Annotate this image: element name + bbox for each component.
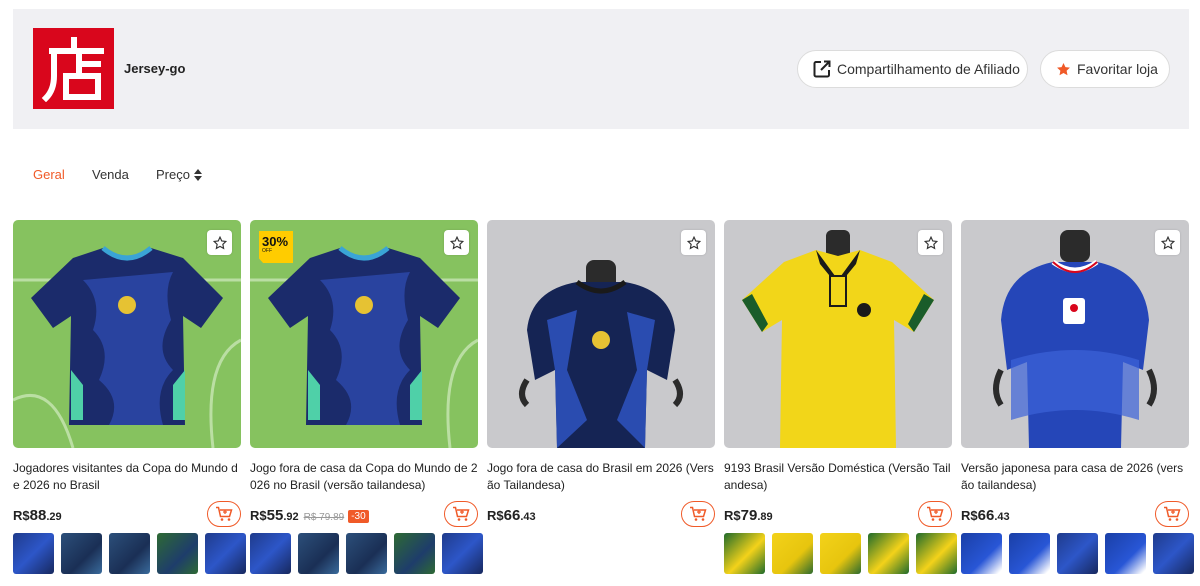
variant-thumbnail[interactable]: [772, 533, 813, 574]
add-to-cart-button[interactable]: [681, 501, 715, 527]
store-name[interactable]: Jersey-go: [124, 61, 185, 76]
tab-preco[interactable]: Preço: [156, 167, 202, 182]
variant-thumbnail[interactable]: [961, 533, 1002, 574]
product-image[interactable]: [487, 220, 715, 448]
variant-thumbnail[interactable]: [61, 533, 102, 574]
product-price: R$88.29: [13, 507, 62, 525]
product-title[interactable]: Jogo fora de casa do Brasil em 2026 (Ver…: [487, 460, 715, 494]
cart-icon: [927, 506, 944, 521]
cart-icon: [690, 506, 707, 521]
variant-thumbnails: [13, 533, 246, 574]
original-price: R$ 79.89: [303, 512, 345, 523]
variant-thumbnail[interactable]: [346, 533, 387, 574]
cart-icon: [453, 506, 470, 521]
price-integer: 66: [503, 507, 521, 524]
affiliate-share-button[interactable]: Compartilhamento de Afiliado: [797, 50, 1028, 88]
favorite-store-label: Favoritar loja: [1077, 61, 1158, 77]
product-card[interactable]: Jogadores visitantes da Copa do Mundo de…: [13, 220, 246, 586]
cart-icon: [1164, 506, 1181, 521]
product-image[interactable]: [13, 220, 241, 448]
variant-thumbnail[interactable]: [298, 533, 339, 574]
price-currency: R$: [250, 508, 267, 523]
variant-thumbnail[interactable]: [13, 533, 54, 574]
variant-thumbnails: [724, 533, 957, 574]
product-card[interactable]: Versão japonesa para casa de 2026 (versã…: [961, 220, 1194, 586]
product-title[interactable]: Versão japonesa para casa de 2026 (versã…: [961, 460, 1189, 494]
discount-tag: 30% OFF: [259, 231, 293, 263]
tab-preco-label: Preço: [156, 167, 190, 182]
product-price: R$79.89: [724, 507, 773, 525]
add-to-cart-button[interactable]: [444, 501, 478, 527]
variant-thumbnail[interactable]: [868, 533, 909, 574]
product-title[interactable]: 9193 Brasil Versão Doméstica (Versão Tai…: [724, 460, 952, 494]
add-to-cart-button[interactable]: [918, 501, 952, 527]
variant-thumbnail[interactable]: [250, 533, 291, 574]
variant-thumbnail[interactable]: [1153, 533, 1194, 574]
price-decimal: .92: [283, 511, 299, 523]
variant-thumbnail[interactable]: [442, 533, 483, 574]
star-outline-icon: [1160, 235, 1175, 250]
sort-arrows-icon: [193, 168, 202, 181]
variant-thumbnail[interactable]: [820, 533, 861, 574]
variant-thumbnails: [961, 533, 1194, 574]
add-to-cart-button[interactable]: [1155, 501, 1189, 527]
star-icon: [1056, 62, 1071, 77]
share-icon: [813, 60, 831, 78]
product-image[interactable]: [961, 220, 1189, 448]
star-outline-icon: [923, 235, 938, 250]
star-outline-icon: [686, 235, 701, 250]
variant-thumbnail[interactable]: [109, 533, 150, 574]
price-decimal: .29: [46, 511, 62, 523]
discount-tag-value: 30%: [262, 234, 289, 249]
favorite-store-button[interactable]: Favoritar loja: [1040, 50, 1170, 88]
variant-thumbnail[interactable]: [1057, 533, 1098, 574]
price-currency: R$: [961, 508, 978, 523]
price-integer: 79: [740, 507, 758, 524]
favorite-product-button[interactable]: [207, 230, 232, 255]
product-price: R$66.43: [961, 507, 1010, 525]
shop-icon: [41, 36, 104, 102]
affiliate-share-label: Compartilhamento de Afiliado: [837, 61, 1020, 77]
price-decimal: .43: [994, 511, 1010, 523]
favorite-product-button[interactable]: [1155, 230, 1180, 255]
add-to-cart-button[interactable]: [207, 501, 241, 527]
product-card[interactable]: 9193 Brasil Versão Doméstica (Versão Tai…: [724, 220, 957, 586]
variant-thumbnail[interactable]: [916, 533, 957, 574]
variant-thumbnails: [250, 533, 483, 574]
price-decimal: .89: [757, 511, 773, 523]
tab-geral[interactable]: Geral: [33, 167, 65, 182]
store-logo: [33, 28, 114, 109]
price-integer: 66: [977, 507, 995, 524]
variant-thumbnail[interactable]: [205, 533, 246, 574]
price-currency: R$: [487, 508, 504, 523]
star-outline-icon: [449, 235, 464, 250]
variant-thumbnail[interactable]: [394, 533, 435, 574]
cart-icon: [216, 506, 233, 521]
product-card[interactable]: Jogo fora de casa do Brasil em 2026 (Ver…: [487, 220, 715, 586]
product-image[interactable]: 30% OFF: [250, 220, 478, 448]
variant-thumbnail[interactable]: [1009, 533, 1050, 574]
star-outline-icon: [212, 235, 227, 250]
price-currency: R$: [724, 508, 741, 523]
price-integer: 88: [29, 507, 47, 524]
price-currency: R$: [13, 508, 30, 523]
price-integer: 55: [266, 507, 284, 524]
product-image[interactable]: [724, 220, 952, 448]
product-title[interactable]: Jogo fora de casa da Copa do Mundo de 20…: [250, 460, 478, 494]
favorite-product-button[interactable]: [918, 230, 943, 255]
variant-thumbnail[interactable]: [157, 533, 198, 574]
favorite-product-button[interactable]: [444, 230, 469, 255]
store-header: Jersey-go Compartilhamento de Afiliado F…: [13, 9, 1189, 129]
product-price: R$55.92 R$ 79.89 -30: [250, 507, 369, 525]
discount-badge: -30: [348, 510, 369, 523]
tab-venda[interactable]: Venda: [92, 167, 129, 182]
favorite-product-button[interactable]: [681, 230, 706, 255]
variant-thumbnail[interactable]: [1105, 533, 1146, 574]
product-title[interactable]: Jogadores visitantes da Copa do Mundo de…: [13, 460, 241, 494]
product-price: R$66.43: [487, 507, 536, 525]
price-decimal: .43: [520, 511, 536, 523]
product-card[interactable]: 30% OFF Jogo fora de casa da Copa do Mun…: [250, 220, 483, 586]
variant-thumbnail[interactable]: [724, 533, 765, 574]
